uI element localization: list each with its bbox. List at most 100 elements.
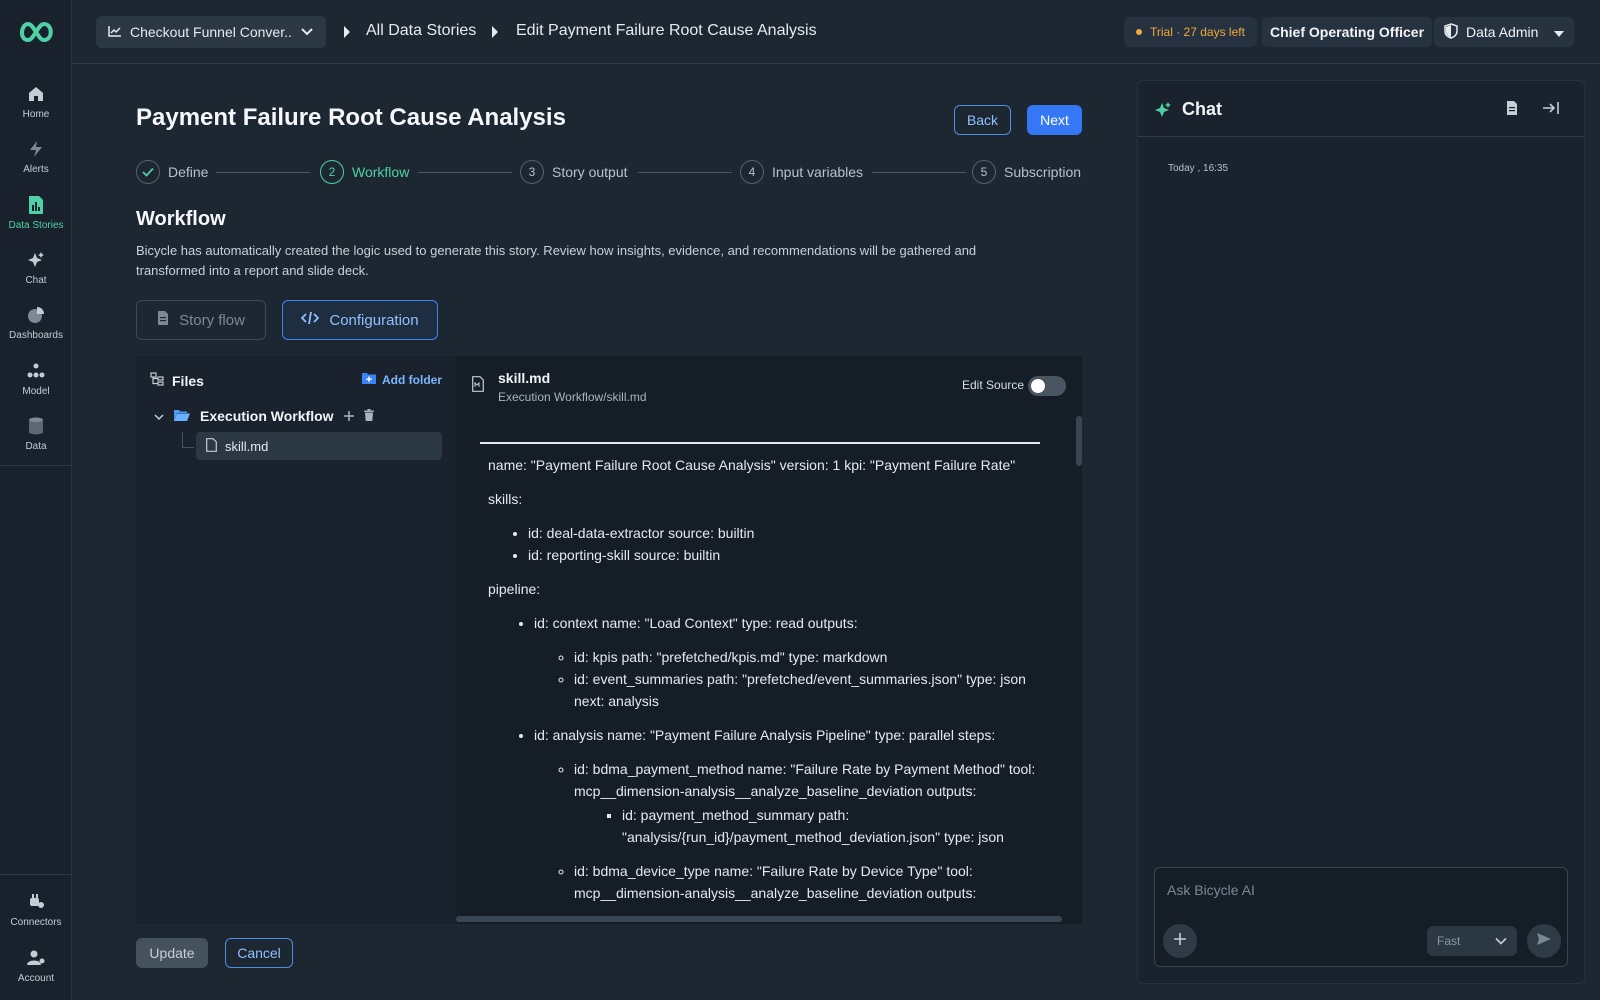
database-icon bbox=[26, 416, 46, 436]
file-skill-md[interactable]: skill.md bbox=[196, 432, 442, 460]
tab-label: Configuration bbox=[329, 311, 419, 329]
bicycle-logo-icon[interactable] bbox=[16, 20, 56, 44]
folder-name: Execution Workflow bbox=[200, 408, 334, 424]
next-button[interactable]: Next bbox=[1027, 105, 1082, 135]
step-number: 5 bbox=[972, 160, 996, 184]
breadcrumb-current: Edit Payment Failure Root Cause Analysis bbox=[516, 22, 817, 39]
pie-icon bbox=[26, 305, 46, 325]
horizontal-scrollbar[interactable] bbox=[456, 916, 1062, 922]
attach-button[interactable] bbox=[1163, 924, 1197, 958]
sidebar-item-label: Dashboards bbox=[9, 330, 63, 341]
md-line: pipeline: bbox=[488, 581, 541, 597]
sidebar-item-connectors[interactable]: Connectors bbox=[0, 892, 72, 942]
role-chip[interactable]: Chief Operating Officer bbox=[1262, 17, 1433, 47]
account-icon bbox=[26, 948, 46, 968]
tab-story-flow[interactable]: Story flow bbox=[136, 300, 266, 340]
sub-list: id: bdma_payment_method name: "Failure R… bbox=[574, 758, 1040, 904]
back-button[interactable]: Back bbox=[954, 105, 1011, 135]
trial-text: Trial · 27 days left bbox=[1150, 25, 1245, 39]
sidebar: Home Alerts Data Stories Chat Dashboards… bbox=[0, 0, 72, 1000]
list-item: id: payment_method_summary path: "analys… bbox=[622, 804, 1040, 848]
home-icon bbox=[26, 84, 46, 104]
trial-badge[interactable]: Trial · 27 days left bbox=[1124, 17, 1257, 47]
list-item: id: event_summaries path: "prefetched/ev… bbox=[574, 668, 1040, 712]
sidebar-item-label: Alerts bbox=[23, 164, 49, 175]
sparkle-icon bbox=[1154, 101, 1172, 124]
chat-header: Chat bbox=[1138, 81, 1584, 137]
plus-icon[interactable] bbox=[343, 408, 354, 424]
sidebar-item-chat[interactable]: Chat bbox=[0, 250, 72, 300]
step-workflow[interactable]: 2 Workflow bbox=[320, 160, 409, 184]
list-item: id: analysis name: "Payment Failure Anal… bbox=[534, 724, 1040, 904]
sidebar-item-account[interactable]: Account bbox=[0, 948, 72, 998]
page-title: Payment Failure Root Cause Analysis bbox=[136, 104, 566, 131]
markdown-editor: skill.md Execution Workflow/skill.md Edi… bbox=[456, 356, 1082, 924]
vertical-scrollbar[interactable] bbox=[1076, 416, 1082, 466]
chat-input-box[interactable]: Ask Bicycle AI Fast bbox=[1154, 867, 1568, 967]
cancel-button[interactable]: Cancel bbox=[225, 938, 293, 968]
sidebar-item-home[interactable]: Home bbox=[0, 84, 72, 134]
list-item: id: bdma_payment_method name: "Failure R… bbox=[574, 758, 1040, 848]
step-input-variables[interactable]: 4 Input variables bbox=[740, 160, 863, 184]
sparkle-icon bbox=[26, 250, 46, 270]
chat-input[interactable]: Ask Bicycle AI bbox=[1167, 882, 1255, 898]
sub-list: id: kpis path: "prefetched/kpis.md" type… bbox=[574, 646, 1040, 712]
caret-down-icon bbox=[1554, 24, 1564, 40]
sidebar-item-dashboards[interactable]: Dashboards bbox=[0, 305, 72, 355]
step-connector bbox=[216, 172, 310, 173]
story-select[interactable]: Checkout Funnel Conver... bbox=[96, 16, 326, 48]
edit-source-toggle[interactable] bbox=[1028, 376, 1066, 396]
sidebar-item-model[interactable]: Model bbox=[0, 361, 72, 411]
editor-header: skill.md Execution Workflow/skill.md Edi… bbox=[456, 356, 1082, 412]
shield-icon bbox=[1444, 22, 1458, 42]
list-item: id: reporting-skill source: builtin bbox=[528, 544, 1040, 566]
tab-configuration[interactable]: Configuration bbox=[282, 300, 438, 340]
plug-icon bbox=[26, 892, 46, 912]
mode-select[interactable]: Fast bbox=[1427, 926, 1517, 956]
model-icon bbox=[26, 361, 46, 381]
chat-panel: Chat Today , 16:35 Ask Bicycle AI Fast bbox=[1137, 80, 1585, 984]
step-story-output[interactable]: 3 Story output bbox=[520, 160, 628, 184]
chevron-down-icon bbox=[1495, 934, 1507, 948]
divider bbox=[0, 465, 72, 466]
file-icon bbox=[206, 437, 217, 455]
add-folder-button[interactable]: Add folder bbox=[362, 372, 442, 387]
step-connector bbox=[872, 172, 966, 173]
send-button[interactable] bbox=[1527, 924, 1561, 958]
editor-file-name: skill.md bbox=[498, 370, 551, 386]
document-icon bbox=[157, 310, 169, 330]
toggle-knob bbox=[1031, 379, 1045, 393]
step-subscription[interactable]: 5 Subscription bbox=[972, 160, 1081, 184]
sidebar-item-data[interactable]: Data bbox=[0, 416, 72, 466]
section-title: Workflow bbox=[136, 208, 226, 230]
horizontal-rule bbox=[480, 442, 1040, 444]
markdown-content[interactable]: name: "Payment Failure Root Cause Analys… bbox=[480, 442, 1040, 918]
admin-menu[interactable]: Data Admin bbox=[1434, 17, 1574, 47]
collapse-panel-icon[interactable] bbox=[1542, 101, 1560, 120]
folder-execution-workflow[interactable]: Execution Workflow bbox=[154, 408, 374, 424]
mode-value: Fast bbox=[1437, 934, 1461, 948]
files-panel: Files Add folder Execution Workflow skil… bbox=[136, 356, 456, 924]
trash-icon[interactable] bbox=[363, 408, 374, 424]
step-label: Input variables bbox=[772, 164, 864, 180]
step-label: Story output bbox=[552, 164, 628, 180]
list-item: id: deal-data-extractor source: builtin bbox=[528, 522, 1040, 544]
breadcrumb-all-data-stories[interactable]: All Data Stories bbox=[366, 22, 476, 40]
add-folder-label: Add folder bbox=[382, 372, 442, 387]
file-tree-icon bbox=[150, 372, 164, 389]
breadcrumb-arrow-icon bbox=[492, 26, 498, 38]
step-define[interactable]: Define bbox=[136, 160, 208, 184]
chevron-down-icon[interactable] bbox=[154, 408, 164, 424]
sidebar-item-label: Model bbox=[22, 386, 50, 397]
list-item: id: bdma_device_type name: "Failure Rate… bbox=[574, 860, 1040, 904]
stepper: Define 2 Workflow 3 Story output 4 Input… bbox=[136, 160, 1082, 184]
folder-plus-icon bbox=[362, 372, 376, 387]
document-icon[interactable] bbox=[1506, 100, 1518, 121]
sidebar-item-label: Chat bbox=[25, 275, 47, 286]
sidebar-item-data-stories[interactable]: Data Stories bbox=[0, 195, 72, 245]
update-button[interactable]: Update bbox=[136, 938, 208, 968]
sidebar-item-label: Home bbox=[22, 109, 50, 120]
md-line: id: context name: "Load Context" type: r… bbox=[534, 615, 858, 631]
sidebar-item-alerts[interactable]: Alerts bbox=[0, 139, 72, 189]
chat-timestamp: Today , 16:35 bbox=[1168, 163, 1229, 174]
